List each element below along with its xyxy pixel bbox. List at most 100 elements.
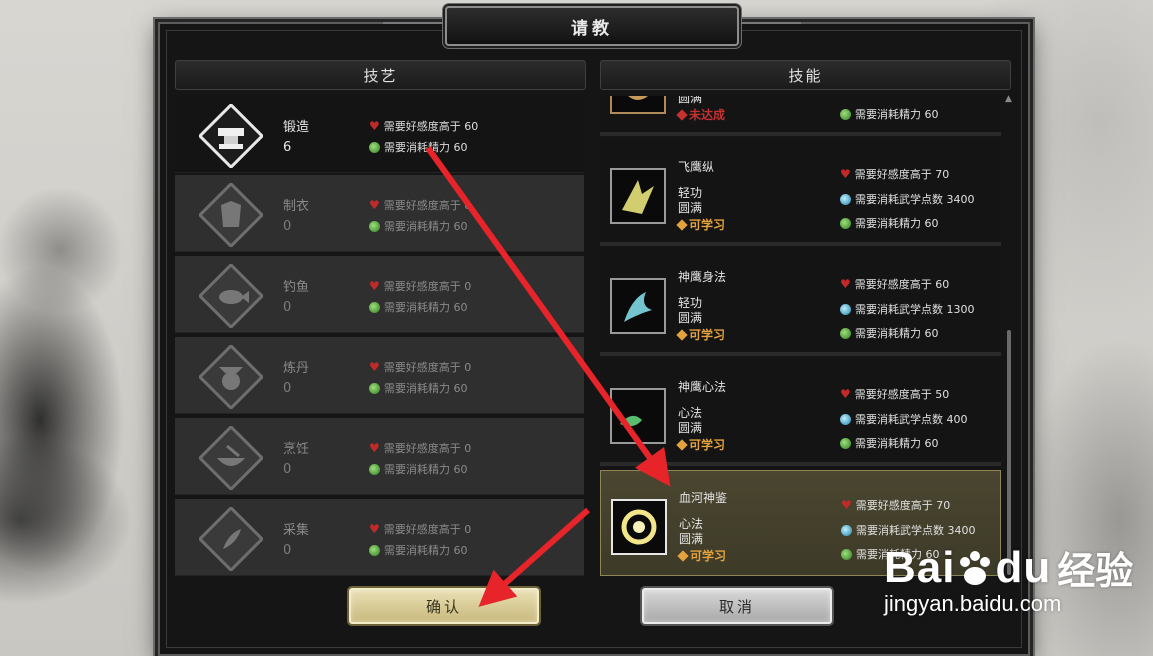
skill-level: 圆满 [678,421,703,435]
status-diamond-icon [676,108,688,121]
heart-icon: ♥ [840,277,851,291]
status-diamond-icon [676,328,688,341]
skill-status: 可学习 [676,216,725,233]
craft-row-fishing[interactable]: 钓鱼 0 ♥ 需要好感度高于 0 需要消耗精力 60 [175,256,584,333]
craft-level: 0 [283,381,292,396]
craft-level: 6 [283,140,292,155]
craft-row-alchemy[interactable]: 炼丹 0 ♥ 需要好感度高于 0 需要消耗精力 60 [175,337,584,414]
skill-row-flying-eagle[interactable]: 飞鹰纵 轻功 圆满 可学习 ♥ 需要好感度高于 70 需要消耗武学点数 3400 … [600,140,1001,246]
fish-icon [197,262,265,330]
favor-requirement-text: 需要好感度高于 0 [383,442,472,455]
skill-row-divine-eagle-movement[interactable]: 神鹰身法 轻功 圆满 可学习 ♥ 需要好感度高于 60 需要消耗武学点数 1300… [600,250,1001,356]
stamina-requirement: 需要消耗精力 60 [369,299,468,315]
favor-requirement-text: 需要好感度高于 60 [854,278,950,291]
points-requirement-text: 需要消耗武学点数 3400 [856,524,976,537]
stamina-icon [840,327,851,339]
paw-icon [960,550,991,585]
favor-requirement-text: 需要好感度高于 50 [854,388,950,401]
craft-row-tailoring[interactable]: 制衣 0 ♥ 需要好感度高于 0 需要消耗精力 60 [175,175,584,252]
favor-requirement-text: 需要好感度高于 60 [383,120,479,133]
favor-requirement-text: 需要好感度高于 0 [383,280,472,293]
martial-points-icon [841,524,852,536]
heart-icon: ♥ [841,498,852,512]
points-requirement-text: 需要消耗武学点数 1300 [855,303,975,316]
stamina-requirement-text: 需要消耗精力 60 [384,220,468,233]
watermark-brand: Bai [884,542,956,592]
crafts-column-header: 技艺 [175,60,586,90]
skill-name: 神鹰身法 [678,270,727,284]
heart-icon: ♥ [369,198,380,212]
skill-name: 飞鹰纵 [678,160,715,174]
stamina-icon [840,217,851,229]
scroll-up-arrow-icon[interactable]: ▲ [1005,94,1012,104]
craft-name: 制衣 [283,199,310,214]
heart-icon: ♥ [369,119,380,133]
baidu-jingyan-watermark: Bai du 经验 jingyan.baidu.com [884,540,1133,617]
craft-name: 炼丹 [283,361,310,376]
skill-row-partial[interactable]: 圆满 未达成 需要消耗精力 60 [600,96,1001,136]
cooking-bowl-icon [197,424,265,492]
dialog-title-plate: 请教 [383,6,801,46]
stamina-requirement-text: 需要消耗精力 60 [855,327,939,340]
craft-name: 采集 [283,523,310,538]
skills-scrollbar-thumb[interactable] [1007,330,1011,575]
status-diamond-icon [676,218,688,231]
points-requirement: 需要消耗武学点数 1300 [840,301,975,317]
stamina-requirement: 需要消耗精力 60 [369,380,468,396]
skill-status-text: 可学习 [690,549,727,563]
skill-status: 可学习 [677,547,727,564]
points-requirement-text: 需要消耗武学点数 3400 [855,193,975,206]
points-requirement: 需要消耗武学点数 3400 [841,522,976,538]
martial-points-icon [840,193,851,205]
craft-row-gathering[interactable]: 采集 0 ♥ 需要好感度高于 0 需要消耗精力 60 [175,499,584,576]
dialog-title: 请教 [571,18,613,39]
title-ornament-right [741,22,801,24]
favor-requirement: ♥ 需要好感度高于 0 [369,197,471,213]
craft-level: 0 [283,300,292,315]
skill-name: 血河神鉴 [679,491,728,505]
watermark-brand-suffix: du [995,542,1052,592]
status-diamond-icon [677,549,689,562]
favor-requirement-text: 需要好感度高于 70 [855,499,951,512]
favor-requirement: ♥ 需要好感度高于 0 [369,359,471,375]
points-requirement: 需要消耗武学点数 3400 [840,191,975,207]
skill-row-divine-eagle-heart[interactable]: 神鹰心法 心法 圆满 可学习 ♥ 需要好感度高于 50 需要消耗武学点数 400 … [600,360,1001,466]
skill-status: 可学习 [676,436,725,453]
anvil-icon [197,102,265,170]
craft-name: 烹饪 [283,442,310,457]
herb-icon [197,505,265,573]
confirm-button[interactable]: 确认 [349,588,539,624]
skill-status-text: 未达成 [689,108,726,122]
skill-level: 圆满 [678,311,703,325]
cancel-button[interactable]: 取消 [642,588,832,624]
heart-icon: ♥ [369,522,380,536]
craft-row-cooking[interactable]: 烹饪 0 ♥ 需要好感度高于 0 需要消耗精力 60 [175,418,584,495]
stamina-requirement-text: 需要消耗精力 60 [384,463,468,476]
craft-level: 0 [283,543,292,558]
heart-icon: ♥ [369,279,380,293]
skill-level: 圆满 [678,96,703,105]
watermark-cn: 经验 [1057,549,1134,593]
stamina-requirement: 需要消耗精力 60 [840,215,939,231]
divine-eagle-icon [610,278,666,334]
stamina-requirement-text: 需要消耗精力 60 [384,141,468,154]
stamina-requirement-text: 需要消耗精力 60 [384,382,468,395]
stamina-requirement: 需要消耗精力 60 [369,461,468,477]
skill-status-text: 可学习 [689,328,726,342]
stamina-requirement-text: 需要消耗精力 60 [855,217,939,230]
stamina-requirement-text: 需要消耗精力 60 [384,544,468,557]
skills-list: 圆满 未达成 需要消耗精力 60 飞鹰纵 轻功 圆满 可学习 ♥ 需要好感度高于 … [600,96,1001,576]
stamina-icon [369,220,380,232]
stamina-requirement: 需要消耗精力 60 [369,139,468,155]
stamina-requirement: 需要消耗精力 60 [840,325,939,341]
stamina-requirement: 需要消耗精力 60 [840,106,939,122]
points-requirement-text: 需要消耗武学点数 400 [855,413,968,426]
stamina-icon [369,301,380,313]
flying-eagle-icon [610,168,666,224]
favor-requirement-text: 需要好感度高于 0 [383,361,472,374]
craft-row-forging[interactable]: 锻造 6 ♥ 需要好感度高于 60 需要消耗精力 60 [175,96,584,173]
stamina-requirement-text: 需要消耗精力 60 [855,437,939,450]
stamina-requirement-text: 需要消耗精力 60 [855,108,939,121]
skill-status: 未达成 [676,106,726,123]
stamina-icon [840,108,851,120]
